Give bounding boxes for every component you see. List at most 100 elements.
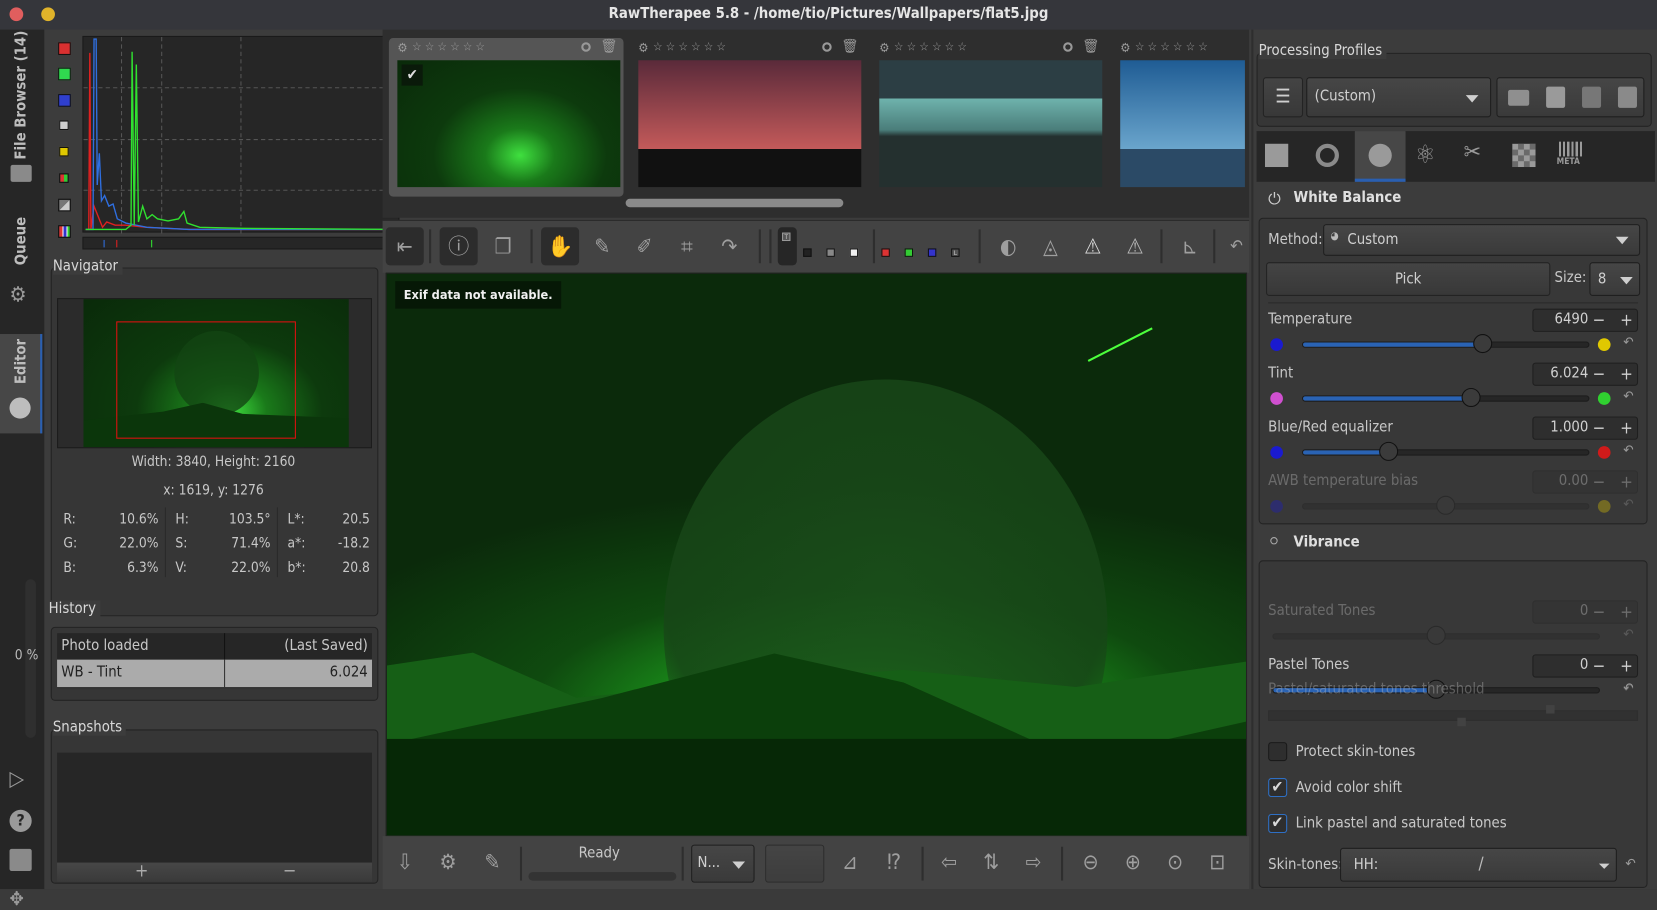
rating-star-icon[interactable]: ☆ — [957, 40, 966, 54]
preview-blue-button[interactable] — [927, 248, 937, 257]
rating-star-icon[interactable]: ☆ — [932, 40, 941, 54]
reset-icon[interactable]: ↶ — [1623, 443, 1633, 459]
tab-file-browser[interactable]: File Browser (14) — [0, 31, 44, 160]
checkbox-checked[interactable] — [1268, 813, 1288, 833]
save-image-button[interactable]: ⇩ — [386, 843, 424, 881]
zoom-in-button[interactable]: ⊕ — [1114, 843, 1152, 881]
remove-snapshot-button[interactable]: − — [268, 860, 310, 881]
rating-star-icon[interactable]: ☆ — [919, 40, 928, 54]
decrement-button[interactable]: − — [1593, 471, 1606, 491]
color-picker-button[interactable]: ✐ — [626, 227, 664, 265]
preview-white-button[interactable] — [849, 248, 859, 257]
threshold-slider[interactable] — [1268, 705, 1639, 727]
slider-handle[interactable] — [1426, 625, 1446, 645]
add-snapshot-button[interactable]: + — [120, 860, 162, 881]
decrement-button[interactable]: − — [1593, 418, 1606, 438]
history-row[interactable]: Photo loaded (Last Saved) — [57, 633, 372, 687]
slider-track[interactable] — [1272, 625, 1600, 645]
preview-green-button[interactable] — [904, 248, 914, 257]
checkbox-row[interactable]: Link pastel and saturated tones — [1266, 812, 1636, 837]
reset-icon[interactable]: ↶ — [1623, 497, 1633, 513]
rating-star-icon[interactable]: ☆ — [463, 40, 472, 54]
threshold-reset-icon[interactable]: ↶ — [1623, 682, 1633, 698]
rating-star-icon[interactable]: ☆ — [666, 40, 675, 54]
focus-mask-toggle[interactable]: T — [777, 227, 797, 266]
next-image-button[interactable]: ⇨ — [1015, 843, 1053, 881]
highlight-clipping-toggle[interactable]: ◬ — [1031, 227, 1069, 265]
soft-proofing-button[interactable]: ⊿ — [831, 843, 869, 881]
tab-queue[interactable]: Queue — [0, 209, 44, 272]
slider-track[interactable] — [1301, 495, 1590, 515]
slider-handle[interactable] — [1473, 334, 1493, 354]
checkbox-checked[interactable] — [1268, 777, 1288, 798]
checkbox-row[interactable]: Avoid color shift — [1266, 776, 1636, 801]
thumbnail[interactable]: ⚙ ☆ ☆ ☆ ☆ ☆ ☆ 🗑 — [630, 38, 865, 197]
rating-star-icon[interactable]: ☆ — [717, 40, 726, 54]
color-label-icon[interactable] — [822, 42, 832, 52]
rating-star-icon[interactable]: ☆ — [450, 40, 459, 54]
rating-star-icon[interactable]: ☆ — [691, 40, 700, 54]
increment-button[interactable]: + — [1620, 655, 1633, 675]
help-icon[interactable]: ? — [9, 809, 32, 832]
color-label-icon[interactable] — [1063, 42, 1073, 52]
preferences-icon[interactable] — [9, 848, 32, 872]
size-combo[interactable]: 8 — [1589, 262, 1641, 296]
slider-value-spinner[interactable]: 1.000− + — [1532, 416, 1639, 440]
thumbnail[interactable]: ⚙ ☆ ☆ ☆ ☆ ☆ ☆ 🗑 ✔ — [388, 38, 624, 197]
increment-button[interactable]: + — [1620, 418, 1633, 438]
rating-star-icon[interactable]: ☆ — [653, 40, 662, 54]
increment-button[interactable]: + — [1620, 364, 1633, 384]
wb-picker-button[interactable]: ✎ — [583, 227, 621, 265]
histogram-bar-mode-toggle[interactable] — [58, 198, 71, 212]
pick-button[interactable]: Pick — [1266, 262, 1551, 296]
history-row-selected[interactable]: WB - Tint 6.024 — [57, 659, 372, 688]
slider-track[interactable] — [1301, 334, 1590, 354]
slider-value-spinner[interactable]: 6490− + — [1532, 308, 1639, 332]
perspective-tool-button[interactable]: ⊾ — [1171, 227, 1209, 265]
histogram-raw-toggle[interactable] — [59, 173, 69, 183]
skin-tones-reset-icon[interactable]: ↶ — [1625, 856, 1635, 872]
rating-star-icon[interactable]: ☆ — [1148, 40, 1157, 54]
trash-icon[interactable]: 🗑 — [1082, 39, 1099, 55]
profile-combo[interactable]: (Custom) — [1306, 77, 1492, 118]
checkbox-row[interactable]: Protect skin-tones — [1266, 740, 1636, 765]
rating-star-icon[interactable]: ☆ — [1198, 40, 1207, 54]
rotate-90-button[interactable]: ↶ — [1217, 227, 1255, 265]
rating-star-icon[interactable]: ☆ — [425, 40, 434, 54]
increment-button[interactable]: + — [1620, 310, 1633, 330]
save-profile-icon[interactable] — [1546, 86, 1566, 108]
gamut-check-button[interactable]: ⁉ — [875, 843, 913, 881]
load-profile-icon[interactable] — [1508, 89, 1530, 106]
slider-handle[interactable] — [1461, 387, 1481, 407]
rating-star-icon[interactable]: ☆ — [438, 40, 447, 54]
slider-value[interactable]: 6490 — [1555, 311, 1589, 328]
preview-red-button[interactable] — [881, 248, 890, 257]
paste-profile-icon[interactable] — [1617, 86, 1637, 108]
decrement-button[interactable]: − — [1593, 655, 1606, 675]
decrement-button[interactable]: − — [1593, 601, 1606, 621]
rating-star-icon[interactable]: ☆ — [945, 40, 954, 54]
slider-value-spinner[interactable]: 0− + — [1532, 654, 1639, 678]
thumbnail[interactable]: ⚙ ☆ ☆ ☆ ☆ ☆ ☆ 🗑 — [871, 38, 1106, 197]
rating-star-icon[interactable]: ☆ — [1135, 40, 1144, 54]
preview-luminance-button[interactable]: L — [951, 248, 960, 257]
histogram-type-toggle[interactable] — [58, 225, 71, 238]
rating-star-icon[interactable]: ☆ — [412, 40, 421, 54]
tab-transform[interactable]: ✂ — [1464, 140, 1482, 166]
slider-handle[interactable] — [1379, 441, 1399, 461]
intent-combo[interactable] — [765, 844, 825, 883]
skin-tones-combo[interactable]: HH: ∕ — [1340, 847, 1617, 882]
crop-tool-button[interactable]: ⌗ — [668, 227, 706, 265]
reset-icon[interactable]: ↶ — [1623, 389, 1633, 405]
rating-star-icon[interactable]: ☆ — [1173, 40, 1182, 54]
rating-star-icon[interactable]: ☆ — [1186, 40, 1195, 54]
shadow-clipping-toggle[interactable]: ◐ — [989, 227, 1027, 265]
sync-filmstrip-button[interactable]: ⇅ — [972, 843, 1010, 881]
slider-value-spinner[interactable]: 6.024− + — [1532, 362, 1639, 386]
histogram-chroma-toggle[interactable] — [59, 146, 69, 157]
histogram-red-toggle[interactable] — [58, 42, 71, 55]
method-combo[interactable]: ◕ Custom — [1323, 224, 1641, 256]
slider-handle[interactable] — [1436, 495, 1456, 515]
tab-color[interactable] — [1354, 131, 1406, 182]
tab-exposure[interactable] — [1264, 143, 1289, 168]
